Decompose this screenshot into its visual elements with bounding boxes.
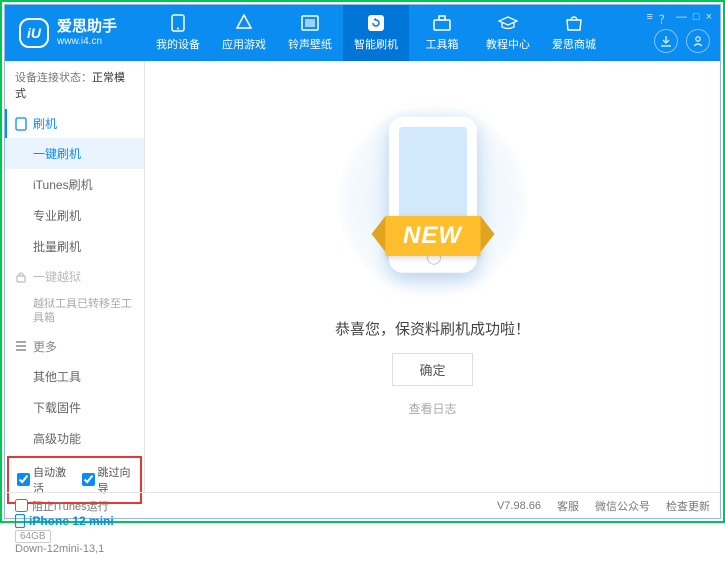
success-illustration: NEW <box>338 106 528 296</box>
store-icon <box>564 14 584 32</box>
wallpaper-icon <box>300 14 320 32</box>
nav-ringtones[interactable]: 铃声壁纸 <box>277 5 343 61</box>
nav-flash[interactable]: 智能刷机 <box>343 5 409 61</box>
sidebar-item-one-click-flash[interactable]: 一键刷机 <box>5 138 144 169</box>
nav-apps[interactable]: 应用游戏 <box>211 5 277 61</box>
close-button[interactable]: × <box>706 11 712 27</box>
sidebar-item-advanced[interactable]: 高级功能 <box>5 423 144 454</box>
wechat-link[interactable]: 微信公众号 <box>595 498 650 514</box>
refresh-icon <box>366 14 386 32</box>
nav-tutorials[interactable]: 教程中心 <box>475 5 541 61</box>
graduation-icon <box>498 14 518 32</box>
app-logo-icon: iU <box>19 18 49 48</box>
help-icon[interactable]: ？ <box>659 11 670 27</box>
minimize-button[interactable]: — <box>676 11 687 27</box>
titlebar: iU 爱思助手 www.i4.cn 我的设备 应用游戏 铃声壁纸 智能刷机 工具… <box>5 5 720 61</box>
phone-icon <box>168 14 188 32</box>
statusbar: 阻止iTunes运行 V7.98.66 客服 微信公众号 检查更新 <box>5 492 720 518</box>
sidebar: 设备连接状态：正常模式 刷机 一键刷机 iTunes刷机 专业刷机 批量刷机 一… <box>5 61 145 492</box>
phone-icon <box>15 117 27 131</box>
sidebar-item-other-tools[interactable]: 其他工具 <box>5 361 144 392</box>
main-content: NEW 恭喜您，保资料刷机成功啦！ 确定 查看日志 <box>145 61 720 492</box>
connection-status: 设备连接状态：正常模式 <box>5 61 144 109</box>
ok-button[interactable]: 确定 <box>392 353 472 386</box>
auto-activate-checkbox[interactable]: 自动激活 <box>17 464 68 496</box>
check-update-link[interactable]: 检查更新 <box>666 498 710 514</box>
sidebar-item-download-firmware[interactable]: 下载固件 <box>5 392 144 423</box>
support-link[interactable]: 客服 <box>557 498 579 514</box>
sidebar-item-pro-flash[interactable]: 专业刷机 <box>5 200 144 231</box>
lock-icon <box>15 271 27 283</box>
list-icon <box>15 341 27 351</box>
version-label: V7.98.66 <box>497 500 541 512</box>
skip-guide-checkbox[interactable]: 跳过向导 <box>82 464 133 496</box>
nav-toolbox[interactable]: 工具箱 <box>409 5 475 61</box>
download-button[interactable] <box>654 29 678 53</box>
window-controls: ≡ ？ — □ × <box>646 11 712 27</box>
block-itunes-checkbox[interactable]: 阻止iTunes运行 <box>15 498 109 514</box>
app-name: 爱思助手 <box>57 19 117 36</box>
nav-my-device[interactable]: 我的设备 <box>145 5 211 61</box>
toolbox-icon <box>432 14 452 32</box>
maximize-button[interactable]: □ <box>693 11 700 27</box>
sidebar-item-batch-flash[interactable]: 批量刷机 <box>5 231 144 262</box>
app-window: { "app": { "name": "爱思助手", "site": "www.… <box>4 4 721 519</box>
logo-area: iU 爱思助手 www.i4.cn <box>5 18 145 48</box>
jailbreak-note: 越狱工具已转移至工具箱 <box>5 291 144 332</box>
apps-icon <box>234 14 254 32</box>
user-button[interactable] <box>686 29 710 53</box>
top-nav: 我的设备 应用游戏 铃声壁纸 智能刷机 工具箱 教程中心 爱思商城 <box>145 5 720 61</box>
success-message: 恭喜您，保资料刷机成功啦！ <box>335 318 530 339</box>
new-banner: NEW <box>385 216 480 256</box>
settings-icon[interactable]: ≡ <box>646 11 652 27</box>
view-log-link[interactable]: 查看日志 <box>408 400 456 417</box>
sidebar-group-jailbreak[interactable]: 一键越狱 <box>5 262 144 291</box>
app-site: www.i4.cn <box>57 36 117 47</box>
nav-store[interactable]: 爱思商城 <box>541 5 607 61</box>
sidebar-group-flash[interactable]: 刷机 <box>5 109 144 138</box>
sidebar-item-itunes-flash[interactable]: iTunes刷机 <box>5 169 144 200</box>
sidebar-group-more[interactable]: 更多 <box>5 332 144 361</box>
device-detail: Down-12mini-13,1 <box>15 543 134 555</box>
device-capacity: 64GB <box>15 530 51 543</box>
